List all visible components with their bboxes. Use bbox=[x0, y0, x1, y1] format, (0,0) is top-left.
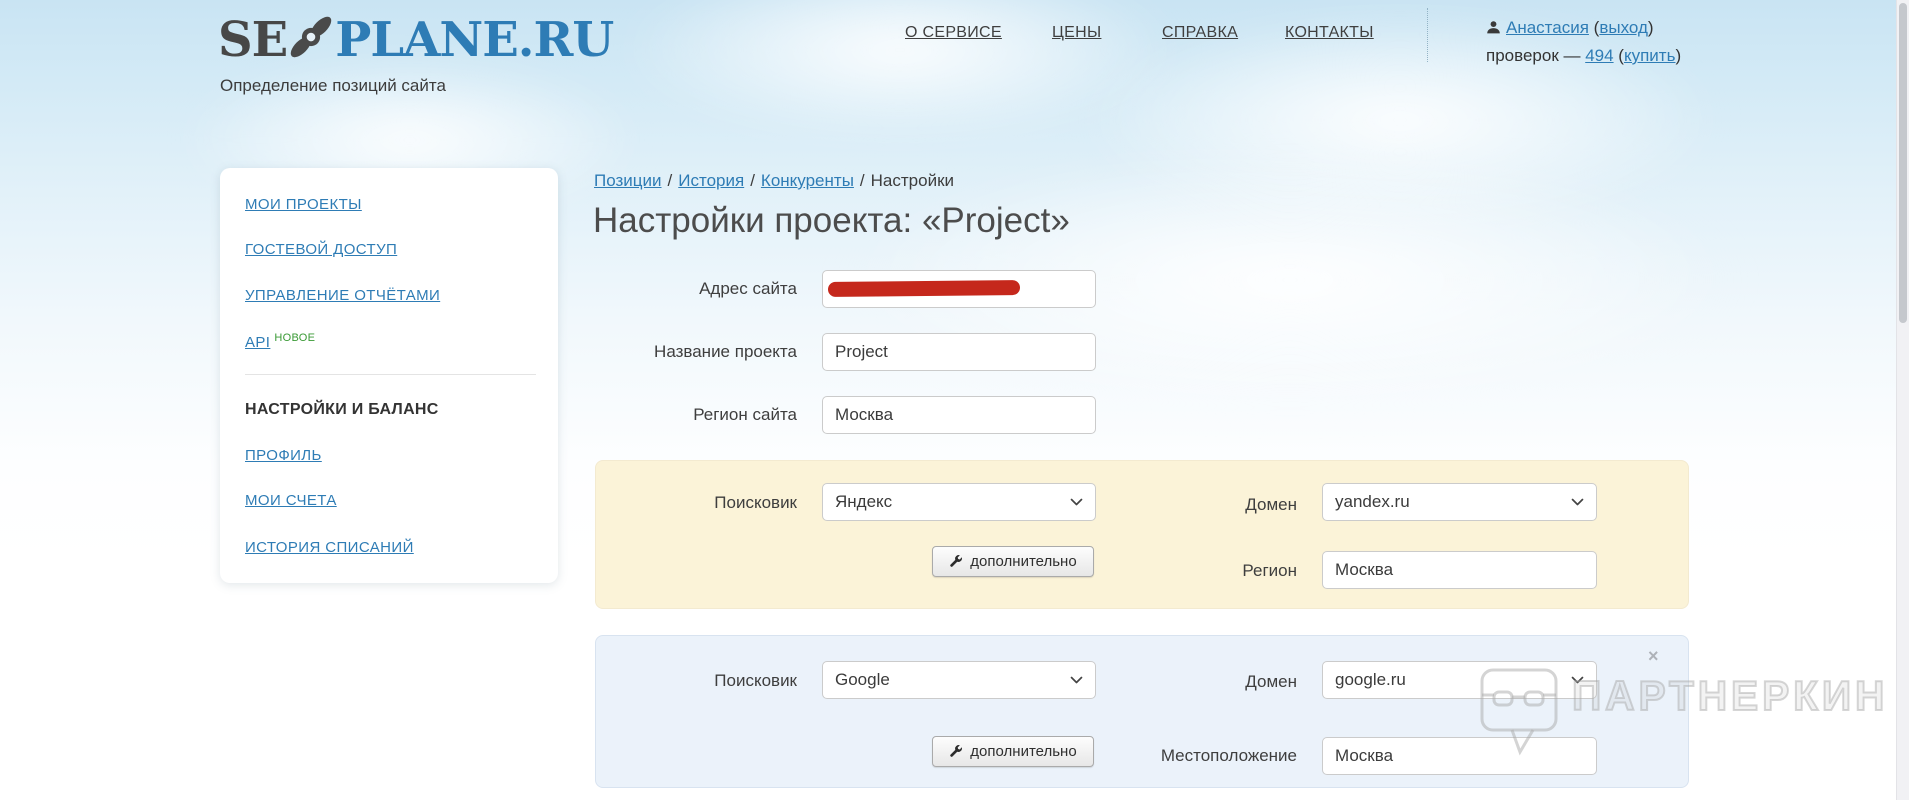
extra-settings-label: дополнительно bbox=[970, 553, 1077, 570]
chevron-down-icon bbox=[1070, 498, 1083, 506]
nav-link-contacts[interactable]: КОНТАКТЫ bbox=[1285, 24, 1374, 42]
breadcrumb-separator: / bbox=[750, 171, 755, 190]
site-region-label: Регион сайта bbox=[693, 405, 797, 424]
logo[interactable]: SE PLANE.RU bbox=[218, 12, 614, 68]
project-name-label: Название проекта bbox=[654, 342, 797, 361]
logout-link[interactable]: выход bbox=[1599, 18, 1648, 37]
logo-text-se: SE bbox=[218, 12, 288, 68]
logo-text-plane: PLANE.RU bbox=[335, 12, 614, 68]
search-engine-label-google: Поисковик bbox=[714, 671, 797, 690]
buy-link[interactable]: купить bbox=[1624, 46, 1675, 65]
breadcrumb-current: Настройки bbox=[870, 171, 955, 190]
paren: ( bbox=[1613, 46, 1624, 65]
person-silhouette-icon bbox=[1486, 17, 1501, 43]
nav-link-prices[interactable]: ЦЕНЫ bbox=[1052, 24, 1101, 42]
region-field[interactable] bbox=[1322, 551, 1597, 589]
user-box: Анастасия (выход) проверок — 494 (купить… bbox=[1486, 15, 1681, 69]
breadcrumb-separator: / bbox=[859, 171, 865, 190]
sidebar-item-charge-history[interactable]: ИСТОРИЯ СПИСАНИЙ bbox=[245, 539, 414, 556]
page: SE PLANE.RU Определение позиций сайта О С… bbox=[0, 0, 1909, 800]
sidebar-item-guest-access[interactable]: ГОСТЕВОЙ ДОСТУП bbox=[245, 241, 397, 258]
domain-label: Домен bbox=[1245, 495, 1297, 514]
redaction-bar bbox=[827, 279, 1021, 298]
sidebar-item-api[interactable]: API bbox=[245, 334, 270, 351]
google-domain-value: google.ru bbox=[1335, 670, 1406, 689]
sidebar-divider bbox=[245, 374, 536, 375]
sidebar-item-report-management[interactable]: УПРАВЛЕНИЕ ОТЧЁТАМИ bbox=[245, 287, 440, 304]
header-divider bbox=[1427, 8, 1428, 62]
site-region-field[interactable] bbox=[822, 396, 1096, 434]
close-icon[interactable]: × bbox=[1648, 646, 1659, 667]
paren: ) bbox=[1675, 46, 1682, 65]
chevron-down-icon bbox=[1070, 676, 1083, 684]
project-name-field[interactable] bbox=[822, 333, 1096, 371]
sidebar-item-profile[interactable]: ПРОФИЛЬ bbox=[245, 447, 322, 464]
breadcrumb-link-positions[interactable]: Позиции bbox=[594, 171, 662, 190]
breadcrumb-link-history[interactable]: История bbox=[678, 171, 744, 190]
sidebar-item-my-accounts[interactable]: МОИ СЧЕТА bbox=[245, 492, 337, 509]
logo-tagline: Определение позиций сайта bbox=[220, 76, 446, 95]
breadcrumb-separator: / bbox=[667, 171, 673, 190]
search-engine-select[interactable]: Яндекс bbox=[822, 483, 1096, 521]
cloud-shape bbox=[620, 0, 1180, 140]
checks-line: проверок — 494 (купить) bbox=[1486, 43, 1681, 69]
domain-value: yandex.ru bbox=[1335, 492, 1410, 511]
sidebar-item-my-projects[interactable]: МОИ ПРОЕКТЫ bbox=[245, 196, 362, 213]
google-extra-settings-button[interactable]: дополнительно bbox=[932, 736, 1094, 767]
scrollbar-thumb[interactable] bbox=[1899, 3, 1907, 323]
google-domain-label: Домен bbox=[1245, 672, 1297, 691]
sidebar-section-heading: НАСТРОЙКИ И БАЛАНС bbox=[245, 401, 439, 418]
breadcrumb: Позиции / История / Конкуренты / Настройки bbox=[594, 171, 954, 191]
search-engine-value: Яндекс bbox=[835, 492, 893, 511]
sidebar: МОИ ПРОЕКТЫ ГОСТЕВОЙ ДОСТУП УПРАВЛЕНИЕ О… bbox=[220, 168, 558, 583]
watermark-text: ПАРТНЕРКИН bbox=[1571, 671, 1889, 720]
user-line: Анастасия (выход) bbox=[1486, 15, 1681, 43]
google-engine-value: Google bbox=[835, 670, 890, 689]
wrench-icon bbox=[949, 554, 963, 569]
nav-link-help[interactable]: СПРАВКА bbox=[1162, 24, 1238, 42]
scrollbar[interactable] bbox=[1896, 0, 1909, 800]
watermark-bubble-glasses-icon bbox=[1478, 666, 1562, 765]
user-name-link[interactable]: Анастасия bbox=[1506, 18, 1589, 37]
breadcrumb-link-competitors[interactable]: Конкуренты bbox=[761, 171, 854, 190]
wrench-icon bbox=[949, 744, 963, 759]
location-label: Местоположение bbox=[1160, 746, 1297, 765]
paren: ) bbox=[1647, 18, 1654, 37]
new-badge: НОВОЕ bbox=[274, 332, 316, 344]
sidebar-item-api-wrap: API НОВОЕ bbox=[245, 332, 315, 351]
nav-link-about[interactable]: О СЕРВИСЕ bbox=[905, 24, 1002, 42]
search-engine-label: Поисковик bbox=[714, 493, 797, 512]
checks-label: проверок — bbox=[1486, 46, 1586, 65]
domain-select[interactable]: yandex.ru bbox=[1322, 483, 1597, 521]
chevron-down-icon bbox=[1571, 498, 1584, 506]
propeller-icon bbox=[287, 12, 335, 68]
checks-count-link[interactable]: 494 bbox=[1585, 46, 1613, 65]
google-engine-select[interactable]: Google bbox=[822, 661, 1096, 699]
region-label: Регион bbox=[1242, 561, 1297, 580]
page-title: Настройки проекта: «Project» bbox=[593, 201, 1070, 240]
site-address-label: Адрес сайта bbox=[699, 279, 797, 298]
extra-settings-button[interactable]: дополнительно bbox=[932, 546, 1094, 577]
extra-settings-label: дополнительно bbox=[970, 743, 1077, 760]
